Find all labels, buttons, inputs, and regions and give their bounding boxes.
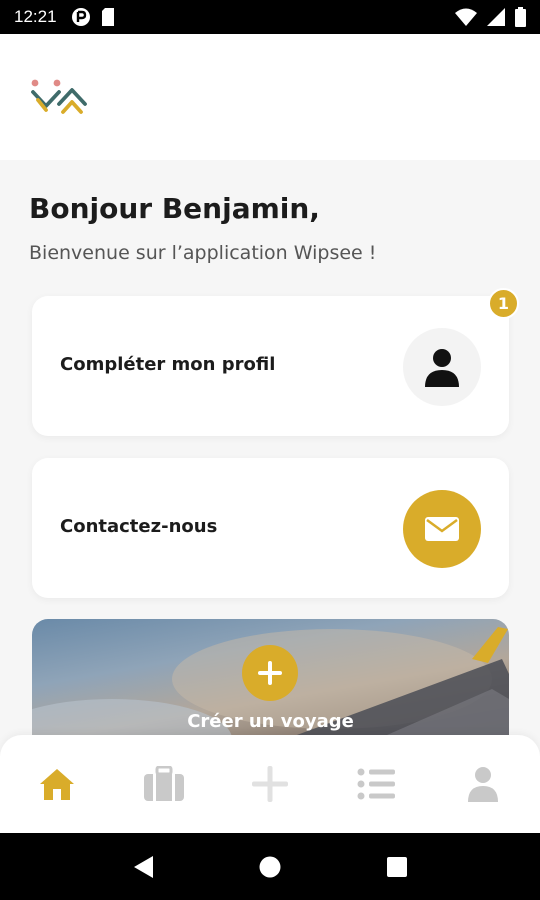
contact-card[interactable]: Contactez-nous [32,458,509,598]
mail-icon [403,490,481,568]
status-bar: 12:21 [0,0,540,34]
app-header [0,34,540,160]
home-icon[interactable] [27,754,87,814]
notification-badge: 1 [488,288,519,319]
wipsee-logo[interactable] [30,78,90,120]
greeting-title: Bonjour Benjamin, [29,192,320,225]
card-label: Compléter mon profil [60,354,276,375]
plus-icon[interactable] [242,645,298,701]
status-time: 12:21 [14,7,57,26]
sim-icon [101,8,115,26]
plus-icon[interactable] [240,754,300,814]
user-icon [403,328,481,406]
signal-icon [487,8,505,26]
home-circle-icon[interactable] [250,847,290,887]
system-nav-bar [0,833,540,900]
card-label: Contactez-nous [60,516,218,537]
battery-icon [515,7,526,27]
create-trip-label: Créer un voyage [187,711,354,732]
back-icon[interactable] [123,847,163,887]
bottom-nav [0,735,540,833]
suitcase-icon[interactable] [134,754,194,814]
profile-icon[interactable] [453,754,513,814]
notification-icon [71,7,91,27]
list-icon[interactable] [346,754,406,814]
complete-profile-card[interactable]: Compléter mon profil [32,296,509,436]
greeting-subtitle: Bienvenue sur l’application Wipsee ! [29,242,377,264]
wifi-icon [455,8,477,26]
recents-icon[interactable] [377,847,417,887]
